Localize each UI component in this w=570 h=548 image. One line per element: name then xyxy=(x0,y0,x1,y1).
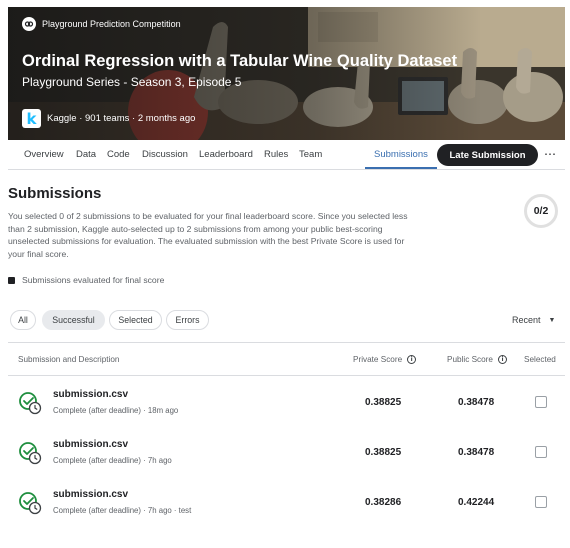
tab-leaderboard[interactable]: Leaderboard xyxy=(199,149,253,160)
submission-file-name[interactable]: submission.csv xyxy=(53,489,128,500)
tab-overview[interactable]: Overview xyxy=(24,149,64,160)
more-options-icon[interactable]: ⋯ xyxy=(544,147,556,161)
kaggle-logo[interactable]: k xyxy=(22,109,41,128)
public-score: 0.38478 xyxy=(458,447,495,458)
select-submission-checkbox[interactable] xyxy=(535,496,547,508)
page-title: Submissions xyxy=(8,185,102,202)
tab-team[interactable]: Team xyxy=(299,149,322,160)
sort-dropdown[interactable]: Recent ▼ xyxy=(512,315,555,325)
tab-submissions[interactable]: Submissions xyxy=(374,149,428,160)
column-header-public-score: Public Score i xyxy=(447,355,507,364)
tab-code[interactable]: Code xyxy=(107,149,130,160)
tab-data[interactable]: Data xyxy=(76,149,96,160)
competition-type-label: Playground Prediction Competition xyxy=(42,19,181,29)
competition-subtitle: Playground Series - Season 3, Episode 5 xyxy=(22,75,242,89)
column-header-description: Submission and Description xyxy=(18,355,119,364)
submissions-description: You selected 0 of 2 submissions to be ev… xyxy=(8,211,408,260)
column-header-private-score: Private Score i xyxy=(353,355,417,364)
success-check-clock-icon xyxy=(19,392,42,415)
sort-label: Recent xyxy=(512,315,541,325)
column-header-public-label: Public Score xyxy=(447,355,493,364)
competition-type-icon xyxy=(22,17,36,31)
active-tab-indicator xyxy=(365,167,437,169)
selected-count-badge: 0/2 xyxy=(524,194,558,228)
filter-chip-all[interactable]: All xyxy=(10,310,36,330)
competition-tabs: Overview Data Code Discussion Leaderboar… xyxy=(8,140,565,170)
submission-status: Complete (after deadline) · 7h ago xyxy=(53,456,172,465)
column-header-description-label: Submission and Description xyxy=(18,355,120,364)
private-score: 0.38825 xyxy=(365,447,402,458)
column-header-private-label: Private Score xyxy=(353,355,403,364)
private-score: 0.38286 xyxy=(365,497,402,508)
caret-down-icon: ▼ xyxy=(548,316,556,324)
competition-meta-text: Kaggle · 901 teams · 2 months ago xyxy=(47,113,196,124)
filter-chip-selected[interactable]: Selected xyxy=(109,310,162,330)
success-check-clock-icon xyxy=(19,492,42,515)
tab-discussion[interactable]: Discussion xyxy=(142,149,188,160)
info-icon[interactable]: i xyxy=(407,355,417,364)
table-row[interactable]: submission.csv Complete (after deadline)… xyxy=(8,427,565,477)
column-header-selected-label: Selected xyxy=(524,355,556,364)
public-score: 0.38478 xyxy=(458,397,495,408)
select-submission-checkbox[interactable] xyxy=(535,396,547,408)
late-submission-button[interactable]: Late Submission xyxy=(437,144,538,166)
competition-type: Playground Prediction Competition xyxy=(22,17,181,31)
submissions-table-header: Submission and Description Private Score… xyxy=(8,342,565,376)
submission-file-name[interactable]: submission.csv xyxy=(53,439,128,450)
submission-status: Complete (after deadline) · 7h ago · tes… xyxy=(53,506,192,515)
legend-label: Submissions evaluated for final score xyxy=(22,275,165,285)
submission-status: Complete (after deadline) · 18m ago xyxy=(53,406,179,415)
tab-rules[interactable]: Rules xyxy=(264,149,288,160)
public-score: 0.42244 xyxy=(458,497,495,508)
competition-title: Ordinal Regression with a Tabular Wine Q… xyxy=(22,52,458,70)
final-score-legend: Submissions evaluated for final score xyxy=(8,275,164,285)
submission-file-name[interactable]: submission.csv xyxy=(53,389,128,400)
info-icon[interactable]: i xyxy=(497,355,507,364)
success-check-clock-icon xyxy=(19,442,42,465)
column-header-selected: Selected xyxy=(524,355,556,364)
filter-chip-errors[interactable]: Errors xyxy=(166,310,209,330)
legend-swatch-icon xyxy=(8,276,15,284)
table-row[interactable]: submission.csv Complete (after deadline)… xyxy=(8,477,565,527)
competition-header-banner: Playground Prediction Competition Ordina… xyxy=(8,7,565,140)
filter-chip-successful[interactable]: Successful xyxy=(42,310,105,330)
select-submission-checkbox[interactable] xyxy=(535,446,547,458)
competition-meta: k Kaggle · 901 teams · 2 months ago xyxy=(22,109,195,128)
private-score: 0.38825 xyxy=(365,397,402,408)
table-row[interactable]: submission.csv Complete (after deadline)… xyxy=(8,377,565,427)
